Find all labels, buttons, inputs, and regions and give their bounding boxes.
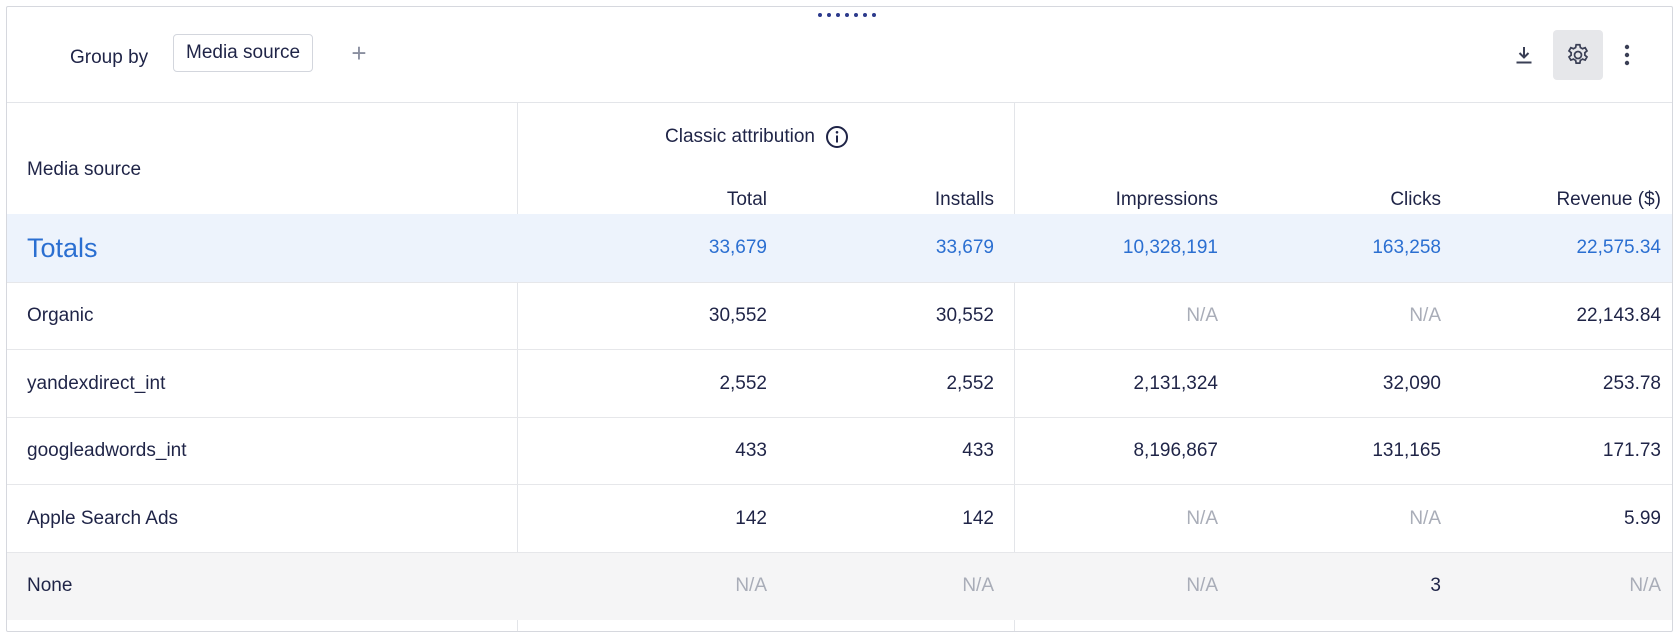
impressions-cell: 8,196,867 [1133, 440, 1218, 461]
impressions-cell: 2,131,324 [1133, 372, 1218, 394]
installs-cell: 142 [962, 507, 994, 529]
media-source-cell: Totals [27, 232, 98, 263]
revenue-cell: 22,575.34 [1576, 237, 1661, 258]
revenue-cell: 171.73 [1602, 440, 1661, 461]
header-impressions[interactable]: Impressions [1116, 189, 1218, 211]
impressions-cell: N/A [1186, 305, 1218, 326]
group-by-label: Group by [70, 47, 149, 68]
table-row: yandexdirect_int 2,552 2,552 2,131,324 32,09… [7, 349, 1672, 417]
toolbar: Group by Media source + [7, 7, 1672, 103]
total-cell: 33,679 [708, 237, 767, 258]
total-cell: 2,552 [719, 372, 767, 394]
report-panel: Group by Media source + Media source Tot… [6, 6, 1673, 632]
table-row: Apple Search Ads 142 142 N/A N/A 5.99 [7, 484, 1672, 552]
classic-attribution-label: Classic attribution [665, 126, 815, 147]
classic-attribution-header: Classic attribution [665, 125, 849, 149]
header-clicks[interactable]: Clicks [1390, 189, 1441, 211]
installs-cell: N/A [962, 575, 994, 596]
media-source-cell[interactable]: yandexdirect_int [27, 350, 165, 417]
clicks-cell: N/A [1409, 305, 1441, 326]
add-grouping-button[interactable]: + [346, 38, 372, 68]
media-source-cell[interactable]: googleadwords_int [27, 418, 187, 485]
impressions-cell: N/A [1186, 575, 1218, 596]
revenue-cell: N/A [1629, 575, 1661, 596]
revenue-cell: 253.78 [1602, 372, 1661, 394]
group-by-chip-media-source[interactable]: Media source [173, 34, 314, 72]
total-cell: 142 [735, 507, 767, 529]
revenue-cell: 22,143.84 [1576, 305, 1661, 326]
download-icon [1516, 47, 1532, 64]
download-button[interactable] [1499, 30, 1549, 80]
clicks-cell: 3 [1430, 575, 1441, 596]
media-source-cell[interactable]: Apple Search Ads [27, 485, 178, 552]
more-vertical-icon [1624, 44, 1630, 66]
header-installs[interactable]: Installs [935, 189, 994, 211]
clicks-cell: 32,090 [1382, 372, 1441, 394]
media-source-cell[interactable]: None [27, 553, 72, 620]
header-total[interactable]: Total [727, 189, 767, 211]
info-icon[interactable] [825, 125, 849, 149]
total-cell: 433 [735, 440, 767, 461]
installs-cell: 33,679 [935, 237, 994, 258]
gear-icon [1567, 43, 1589, 64]
header-revenue[interactable]: Revenue ($) [1556, 189, 1661, 211]
table-row: googleadwords_int 433 433 8,196,867 131,165 1… [7, 416, 1672, 485]
totals-row: Totals 33,679 33,679 10,328,191 163,258 22,57… [7, 214, 1672, 282]
total-cell: N/A [735, 575, 767, 596]
table-row: Organic 30,552 30,552 N/A N/A 22,143.84 [7, 281, 1672, 350]
clicks-cell: 131,165 [1372, 440, 1441, 461]
revenue-cell: 5.99 [1624, 507, 1661, 529]
impressions-cell: 10,328,191 [1122, 237, 1218, 258]
media-source-cell[interactable]: Organic [27, 283, 94, 350]
total-cell: 30,552 [708, 305, 767, 326]
installs-cell: 30,552 [935, 305, 994, 326]
clicks-cell: N/A [1409, 507, 1441, 529]
installs-cell: 2,552 [946, 372, 994, 394]
header-media-source[interactable]: Media source [27, 159, 141, 181]
installs-cell: 433 [962, 440, 994, 461]
clicks-cell: 163,258 [1372, 237, 1441, 258]
table-row: None N/A N/A N/A 3 N/A [7, 551, 1672, 620]
more-options-button[interactable] [1609, 30, 1645, 80]
settings-button[interactable] [1553, 30, 1603, 80]
impressions-cell: N/A [1186, 507, 1218, 529]
